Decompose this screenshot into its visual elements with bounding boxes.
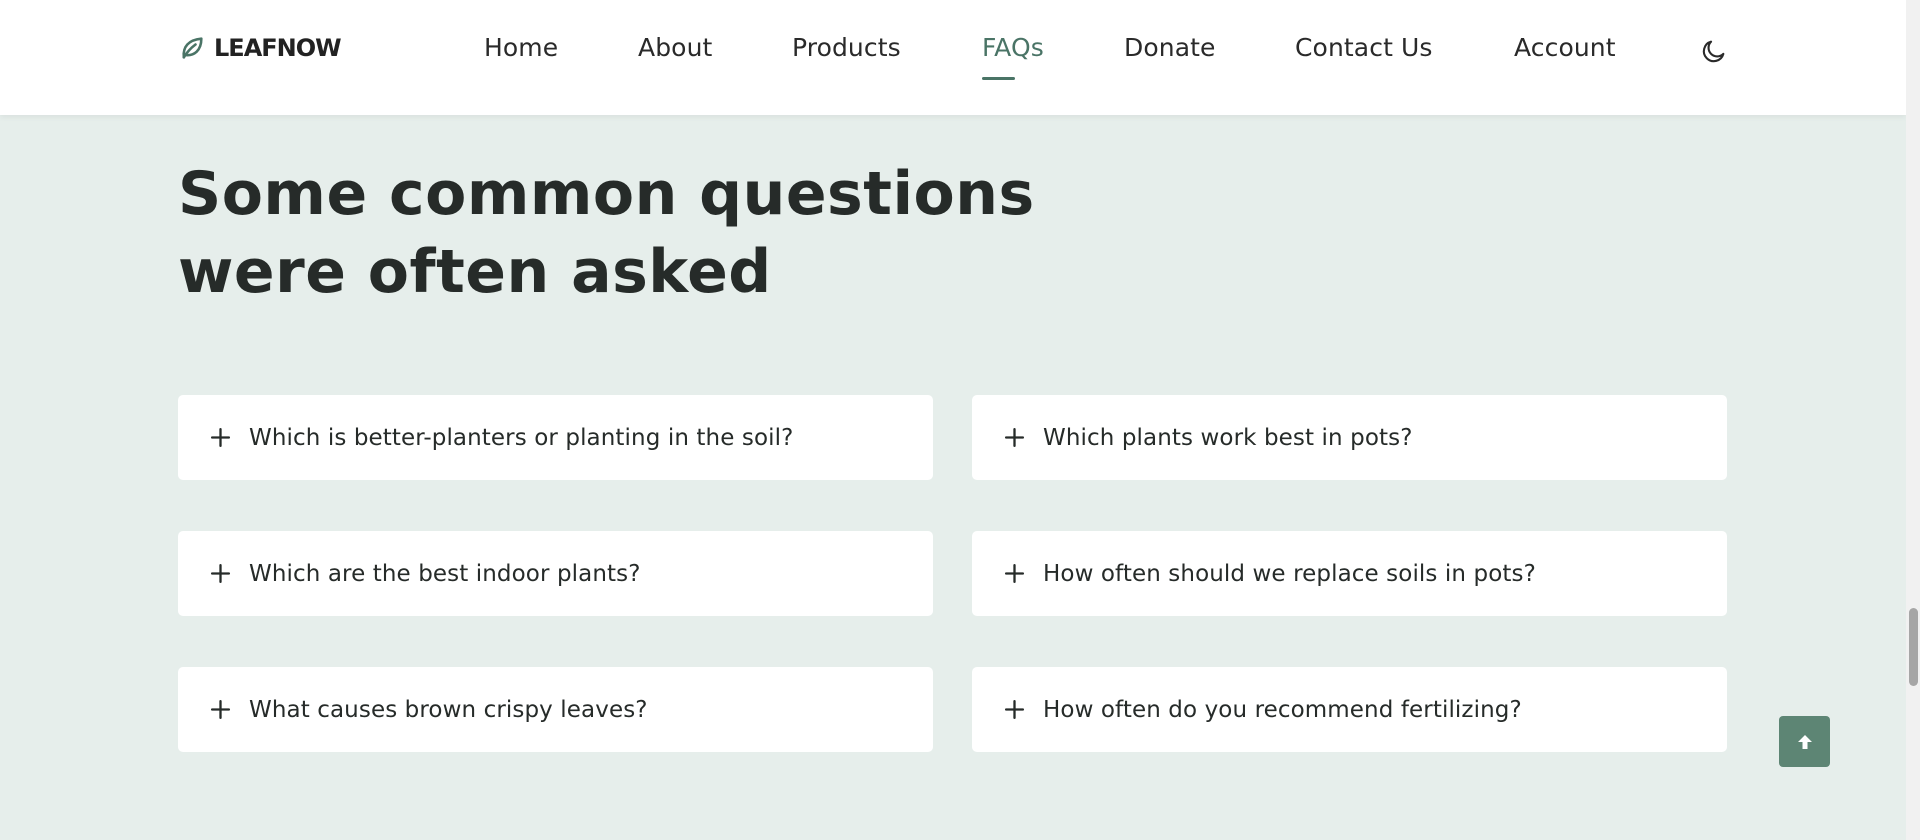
faq-question: What causes brown crispy leaves? — [249, 696, 648, 723]
nav-home[interactable]: Home — [484, 33, 558, 62]
section-title-line-2: were often asked — [178, 237, 772, 307]
section-title: Some common questions were often asked — [178, 155, 1078, 311]
faq-item[interactable]: Which is better-planters or planting in … — [178, 395, 933, 480]
plus-icon — [210, 699, 231, 720]
scrollbar-thumb[interactable] — [1909, 608, 1918, 686]
nav-about[interactable]: About — [638, 33, 712, 62]
moon-icon — [1702, 40, 1725, 63]
active-nav-indicator — [982, 77, 1015, 80]
faq-item[interactable]: Which plants work best in pots? — [972, 395, 1727, 480]
site-header: LEAFNOW Home About Products FAQs Donate … — [0, 0, 1906, 115]
nav-faqs[interactable]: FAQs — [982, 33, 1044, 62]
faq-item[interactable]: What causes brown crispy leaves? — [178, 667, 933, 752]
page-scrollbar[interactable] — [1906, 0, 1920, 840]
faq-item[interactable]: How often should we replace soils in pot… — [972, 531, 1727, 616]
faq-item[interactable]: Which are the best indoor plants? — [178, 531, 933, 616]
plus-icon — [210, 563, 231, 584]
nav-contact-us[interactable]: Contact Us — [1295, 33, 1433, 62]
faq-question: Which is better-planters or planting in … — [249, 424, 794, 451]
main-nav: Home About Products FAQs Donate Contact … — [0, 0, 1906, 100]
faq-question: How often should we replace soils in pot… — [1043, 560, 1536, 587]
theme-toggle-button[interactable] — [1700, 37, 1728, 65]
nav-account[interactable]: Account — [1514, 33, 1616, 62]
plus-icon — [1004, 427, 1025, 448]
faq-item[interactable]: How often do you recommend fertilizing? — [972, 667, 1727, 752]
plus-icon — [210, 427, 231, 448]
nav-products[interactable]: Products — [792, 33, 901, 62]
faq-question: Which plants work best in pots? — [1043, 424, 1413, 451]
plus-icon — [1004, 699, 1025, 720]
plus-icon — [1004, 563, 1025, 584]
section-title-line-1: Some common questions — [178, 159, 1035, 229]
nav-donate[interactable]: Donate — [1124, 33, 1216, 62]
arrow-up-icon — [1797, 734, 1812, 749]
faq-question: Which are the best indoor plants? — [249, 560, 641, 587]
faq-question: How often do you recommend fertilizing? — [1043, 696, 1522, 723]
scroll-to-top-button[interactable] — [1779, 716, 1830, 767]
